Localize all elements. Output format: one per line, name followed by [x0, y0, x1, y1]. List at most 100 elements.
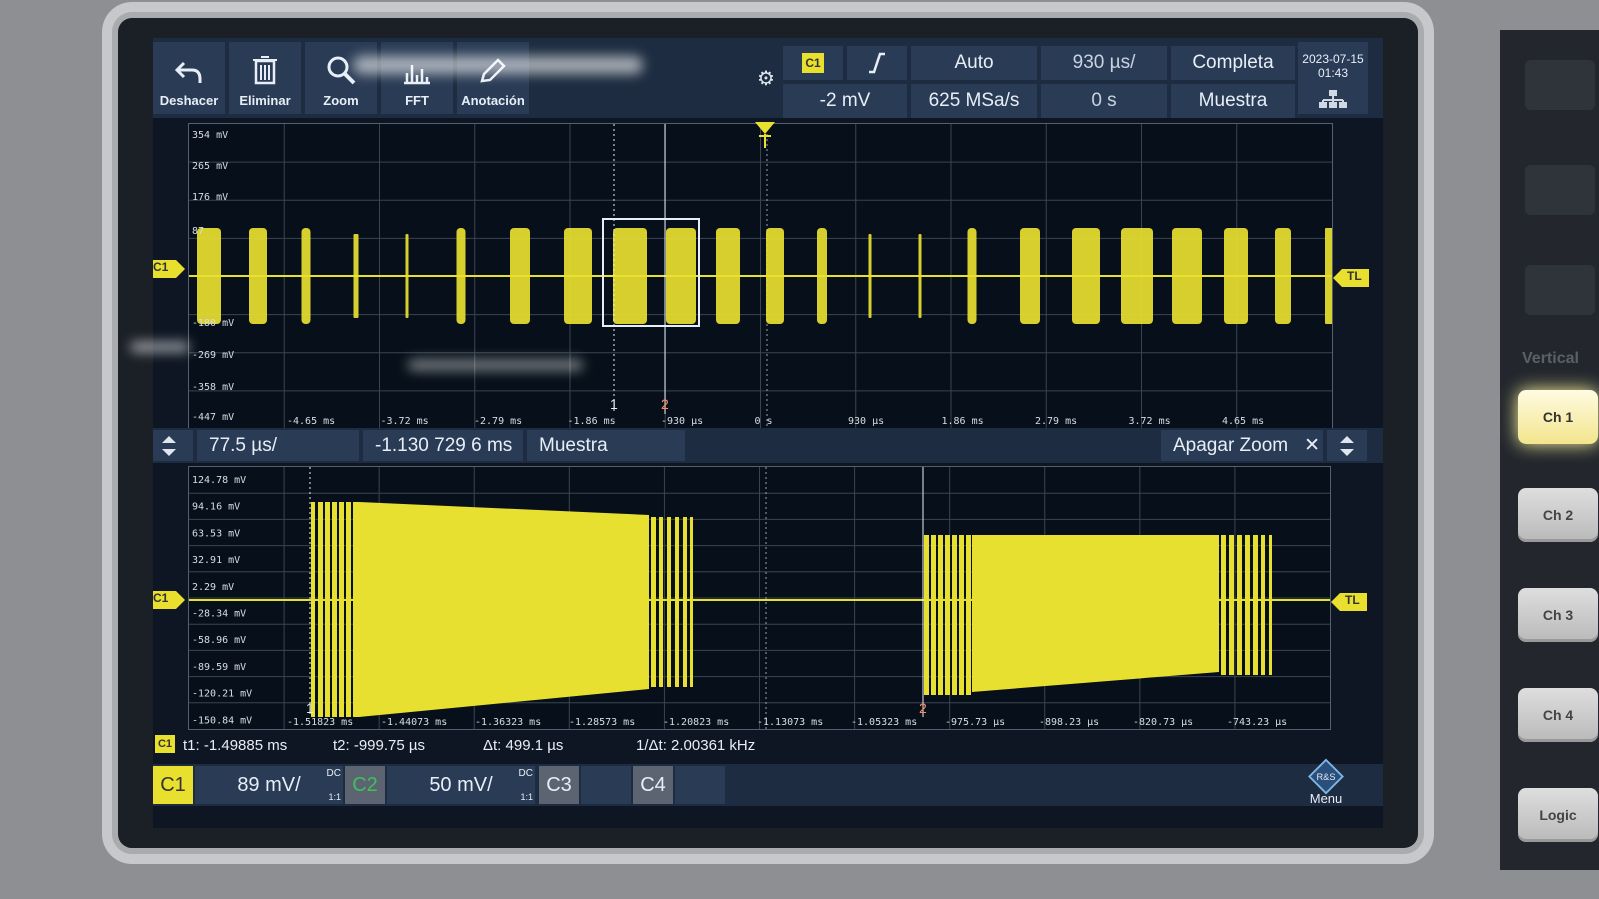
- signal-burst: [1325, 228, 1332, 324]
- zoom-scale-updown[interactable]: [153, 430, 193, 461]
- menu-label: Menu: [1309, 791, 1343, 806]
- burst-edge-pulse: [1245, 535, 1250, 675]
- trigger-slope-cell[interactable]: [847, 46, 907, 80]
- hw-ch3-button[interactable]: Ch 3: [1518, 588, 1598, 642]
- trigger-position-marker-icon[interactable]: [753, 120, 777, 150]
- burst-edge-pulse: [346, 502, 351, 717]
- delete-button[interactable]: Eliminar: [229, 42, 301, 114]
- zoom-trigger-level-tag[interactable]: TL: [1331, 593, 1367, 611]
- burst-edge-pulse: [924, 535, 929, 695]
- burst-edge-pulse: [945, 535, 950, 695]
- burst-edge-pulse: [353, 502, 359, 717]
- zoom-mode-value[interactable]: Muestra: [527, 430, 685, 461]
- trigger-level-cell[interactable]: -2 mV: [783, 84, 907, 118]
- signal-burst: [197, 228, 221, 324]
- zoom-waveform-svg: 1 2 124.78 mV 94.16 mV 63.53 mV 32.91 mV 2.29 …: [189, 467, 1330, 729]
- trigger-mode-cell[interactable]: Auto: [911, 46, 1037, 80]
- overview-plot[interactable]: 1 2 354 mV 265 mV 176 mV 87 -180 mV -269 mV -358…: [188, 123, 1333, 430]
- zoom-position-value[interactable]: -1.130 729 6 ms: [363, 430, 523, 461]
- zoom-off-label: Apagar Zoom: [1173, 434, 1289, 456]
- logo-text: R&S: [1316, 772, 1335, 782]
- hw-ch2-button[interactable]: Ch 2: [1518, 488, 1598, 542]
- signal-burst: [564, 228, 592, 324]
- signal-burst: [353, 234, 359, 318]
- hw-ch1-button[interactable]: Ch 1: [1518, 390, 1598, 444]
- x-axis-label: -2.79 ms: [474, 416, 522, 427]
- c3-scale-button[interactable]: [581, 766, 631, 804]
- x-axis-label: -930 µs: [661, 416, 703, 427]
- y-axis-label: 2.29 mV: [192, 582, 234, 593]
- burst-edge-pulse: [332, 502, 337, 717]
- trigger-source-cell[interactable]: C1: [783, 46, 843, 80]
- zoom-pos-updown[interactable]: [1327, 430, 1367, 461]
- hw-button-dim-1[interactable]: [1525, 60, 1595, 110]
- glare-reflection: [130, 342, 190, 352]
- x-axis-label: -820.73 µs: [1133, 717, 1193, 728]
- hw-ch4-button[interactable]: Ch 4: [1518, 688, 1598, 742]
- fft-button[interactable]: FFT: [381, 42, 453, 114]
- x-axis-label: -898.23 µs: [1039, 717, 1099, 728]
- zoom-off-button[interactable]: Apagar Zoom ✕: [1161, 430, 1323, 461]
- x-axis-label: 4.65 ms: [1222, 416, 1264, 427]
- x-axis-label: 0 s: [755, 416, 773, 427]
- y-axis-label: -28.34 mV: [192, 609, 246, 620]
- settings-gear-icon[interactable]: ⚙: [755, 66, 777, 90]
- c2-label-button[interactable]: C2: [345, 766, 385, 804]
- measurement-t2: t2: -999.75 µs: [333, 737, 426, 754]
- acquisition-cell[interactable]: Completa: [1171, 46, 1295, 80]
- signal-burst: [1121, 228, 1153, 324]
- signal-burst: [817, 228, 827, 324]
- signal-burst: [1020, 228, 1040, 324]
- burst-edge-pulse: [667, 517, 671, 687]
- c4-label-button[interactable]: C4: [633, 766, 673, 804]
- x-axis-label: -1.86 ms: [568, 416, 616, 427]
- cursor-2-label: 2: [661, 396, 669, 412]
- x-axis-label: -1.51823 ms: [287, 717, 353, 728]
- acq-mode-cell[interactable]: Muestra: [1171, 84, 1295, 118]
- signal-burst: [1275, 228, 1291, 324]
- x-axis-label: 930 µs: [848, 416, 884, 427]
- time-offset-cell[interactable]: 0 s: [1041, 84, 1167, 118]
- c1-label-button[interactable]: C1: [153, 766, 193, 804]
- signal-burst: [613, 228, 647, 324]
- x-axis-label: 2.79 ms: [1035, 416, 1077, 427]
- x-axis-label: -743.23 µs: [1227, 717, 1287, 728]
- zoom-channel-tag[interactable]: C1: [153, 591, 185, 609]
- burst-edge-pulse: [1237, 535, 1242, 675]
- menu-button[interactable]: R&S Menu: [1291, 758, 1361, 806]
- sample-rate-cell[interactable]: 625 MSa/s: [911, 84, 1037, 118]
- signal-burst: [301, 228, 311, 324]
- x-axis-label: 3.72 ms: [1129, 416, 1171, 427]
- undo-button[interactable]: Deshacer: [153, 42, 225, 114]
- annotation-button[interactable]: Anotación: [457, 42, 529, 114]
- close-icon[interactable]: ✕: [1304, 434, 1320, 457]
- y-axis-label: 354 mV: [192, 130, 228, 141]
- c2-scale-button[interactable]: 50 mV/ DC 1:1: [387, 766, 535, 804]
- date-text: 2023-07-15: [1302, 52, 1364, 66]
- burst-edge-pulse: [1269, 535, 1272, 675]
- signal-burst: [1224, 228, 1248, 324]
- zoom-plot[interactable]: 1 2 124.78 mV 94.16 mV 63.53 mV 32.91 mV 2.29 …: [188, 466, 1331, 730]
- x-axis-label: -1.36323 ms: [475, 717, 541, 728]
- c3-label-button[interactable]: C3: [539, 766, 579, 804]
- y-axis-label: -150.84 mV: [192, 715, 252, 726]
- hw-logic-button[interactable]: Logic: [1518, 788, 1598, 842]
- hw-button-dim-2[interactable]: [1525, 165, 1595, 215]
- overview-trigger-level-tag[interactable]: TL: [1333, 269, 1369, 287]
- rs-logo-icon: R&S: [1308, 758, 1344, 795]
- magnifier-icon: [327, 56, 356, 85]
- burst-edge-pulse: [690, 517, 693, 687]
- c4-scale-button[interactable]: [675, 766, 725, 804]
- c2-ratio: 1:1: [520, 792, 533, 802]
- undo-label: Deshacer: [159, 93, 219, 108]
- zoom-scale-value[interactable]: 77.5 µs/: [197, 430, 359, 461]
- overview-channel-tag[interactable]: C1: [153, 260, 185, 278]
- y-axis-label: 94.16 mV: [192, 502, 240, 513]
- zoom-button[interactable]: Zoom: [305, 42, 377, 114]
- c1-scale-button[interactable]: 89 mV/ DC 1:1: [195, 766, 343, 804]
- hw-button-dim-3[interactable]: [1525, 265, 1595, 315]
- timebase-cell[interactable]: 930 µs/: [1041, 46, 1167, 80]
- signal-burst: [510, 228, 530, 324]
- y-axis-label: -58.96 mV: [192, 635, 246, 646]
- c1-scale-text: 89 mV/: [237, 773, 301, 796]
